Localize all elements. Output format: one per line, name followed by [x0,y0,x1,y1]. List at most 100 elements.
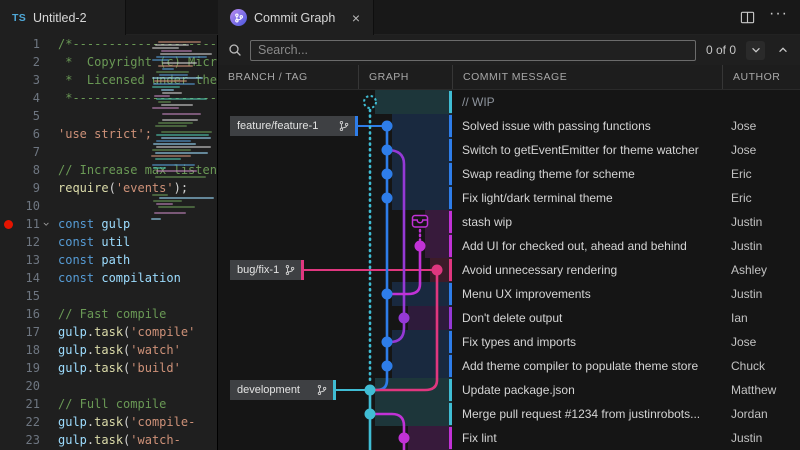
branch-color-strip [449,379,452,401]
branch-label-development[interactable]: development [230,380,336,400]
branch-name: bug/fix-1 [237,264,279,276]
graph-cell [358,378,452,402]
git-branch-icon [284,264,296,276]
branch-color-strip [449,235,452,257]
graph-cell [358,402,452,426]
commit-message: Don't delete output [452,306,722,330]
breakpoint-dot[interactable] [4,220,13,229]
graph-cell [358,258,452,282]
branch-color-strip [449,427,452,449]
column-header-author: AUTHOR [722,65,800,89]
typescript-file-icon: TS [12,12,26,24]
search-bar: 0 of 0 [218,35,800,65]
code-line: 19gulp.task('build' [0,359,217,377]
commit-row[interactable]: Fix lintJustin [218,426,800,450]
branch-color-strip [449,115,452,137]
chevron-down-icon[interactable] [746,41,765,60]
commit-author: Jose [722,330,800,354]
line-number: 13 [16,251,40,269]
line-number: 12 [16,233,40,251]
commit-graph-panel: 0 of 0 BRANCH / TAG GRAPH COMMIT MESSAGE… [218,35,800,450]
branch-color-strip [449,211,452,233]
commit-message: Add theme compiler to populate theme sto… [452,354,722,378]
commit-author: Ashley [722,258,800,282]
close-icon[interactable]: × [351,11,361,25]
tab-untitled-2[interactable]: TS Untitled-2 [0,0,126,35]
line-number: 4 [16,89,40,107]
code-line: 17gulp.task('compile' [0,323,217,341]
branch-tag-cell [218,210,358,234]
commit-author: Eric [722,186,800,210]
commit-message: Swap reading theme for scheme [452,162,722,186]
branch-color-strip [449,283,452,305]
column-header-commit-message: COMMIT MESSAGE [452,65,722,89]
graph-cell [358,306,452,330]
commit-row[interactable]: Switch to getEventEmitter for theme watc… [218,138,800,162]
graph-cell [358,426,452,450]
branch-tag-cell [218,162,358,186]
code-line: 16// Fast compile [0,305,217,323]
commit-row[interactable]: Swap reading theme for schemeEric [218,162,800,186]
commit-message: Add UI for checked out, ahead and behind [452,234,722,258]
commit-row[interactable]: Menu UX improvementsJustin [218,282,800,306]
branch-color-strip [449,355,452,377]
branch-label-bug-fix-1[interactable]: bug/fix-1 [230,260,304,280]
commit-row[interactable]: Merge pull request #1234 from justinrobo… [218,402,800,426]
code-line: 22gulp.task('compile- [0,413,217,431]
commit-author: Matthew [722,378,800,402]
graph-cell [358,186,452,210]
line-number: 19 [16,359,40,377]
code-editor[interactable]: 1/*----------------------------2 * Copyr… [0,35,218,450]
commit-author: Jordan [722,402,800,426]
commit-author [722,90,800,114]
graph-cell [358,162,452,186]
line-number: 15 [16,287,40,305]
branch-name: feature/feature-1 [237,120,318,132]
branch-color-strip [449,331,452,353]
line-number: 9 [16,179,40,197]
commit-row[interactable]: Fix light/dark terminal themeEric [218,186,800,210]
chevron-up-icon[interactable] [773,41,792,60]
commit-message: Fix lint [452,426,722,450]
line-number: 22 [16,413,40,431]
fold-chevron-icon[interactable]: › [37,220,55,227]
commit-author: Ian [722,306,800,330]
search-match-count: 0 of 0 [704,43,738,57]
tab-label: Commit Graph [254,11,335,25]
more-actions-icon[interactable]: ··· [769,14,788,20]
branch-label-feature-feature-1[interactable]: feature/feature-1 [230,116,358,136]
commit-row[interactable]: // WIP [218,90,800,114]
line-number: 23 [16,431,40,449]
tab-commit-graph[interactable]: Commit Graph × [218,0,374,35]
commit-message: Avoid unnecessary rendering [452,258,722,282]
commit-row[interactable]: Don't delete outputIan [218,306,800,330]
commit-row[interactable]: stash wipJustin [218,210,800,234]
commit-message: // WIP [452,90,722,114]
commit-author: Chuck [722,354,800,378]
graph-cell [358,234,452,258]
line-number: 20 [16,377,40,395]
commit-row[interactable]: Avoid unnecessary renderingAshley [218,258,800,282]
graph-cell [358,138,452,162]
vscode-window: TS Untitled-2 Commit Graph × ··· [0,0,800,450]
commit-row[interactable]: Add UI for checked out, ahead and behind… [218,234,800,258]
minimap[interactable] [149,38,215,224]
split-editor-icon[interactable] [740,10,755,25]
search-icon [228,43,242,57]
commit-author: Justin [722,234,800,258]
commit-message: stash wip [452,210,722,234]
code-line: 13const path [0,251,217,269]
code-line: 23gulp.task('watch- [0,431,217,449]
branch-tag-cell [218,330,358,354]
commit-row[interactable]: Add theme compiler to populate theme sto… [218,354,800,378]
branch-tag-cell [218,426,358,450]
code-line: 18gulp.task('watch' [0,341,217,359]
code-line: 21// Full compile [0,395,217,413]
branch-color-strip [449,187,452,209]
search-input[interactable] [250,40,696,61]
branch-color-strip [449,307,452,329]
commit-author: Jose [722,114,800,138]
commit-list: // WIPSolved issue with passing function… [218,90,800,450]
commit-row[interactable]: Fix types and importsJose [218,330,800,354]
branch-color-strip [449,403,452,425]
